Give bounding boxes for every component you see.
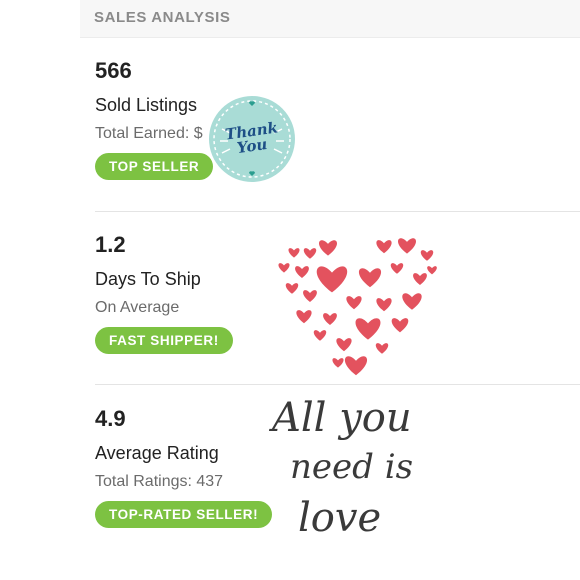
- quote-line3: love: [298, 495, 382, 541]
- stat-label: Sold Listings: [95, 95, 198, 115]
- quote-line2: need is: [290, 447, 414, 487]
- sticker-text-line2: You: [235, 134, 269, 158]
- quote-line1: All you: [272, 395, 412, 441]
- love-quote: All you need is love: [262, 395, 422, 555]
- divider: [95, 384, 580, 385]
- stat-sold-listings: 566 Sold Listings Total Earned: $ TOP SE…: [95, 58, 580, 180]
- section-title: SALES ANALYSIS: [94, 9, 231, 26]
- fast-shipper-badge: FAST SHIPPER!: [95, 327, 233, 354]
- heart-of-hearts-icon: [278, 238, 437, 376]
- top-rated-seller-badge: TOP-RATED SELLER!: [95, 501, 273, 528]
- section-header: SALES ANALYSIS: [80, 0, 580, 38]
- stat-subtext: Total Earned: $: [95, 125, 203, 142]
- thank-you-sticker: Thank You: [208, 95, 296, 183]
- top-seller-badge: TOP SELLER: [95, 153, 214, 180]
- stat-value: 566: [95, 58, 132, 83]
- divider: [95, 211, 580, 212]
